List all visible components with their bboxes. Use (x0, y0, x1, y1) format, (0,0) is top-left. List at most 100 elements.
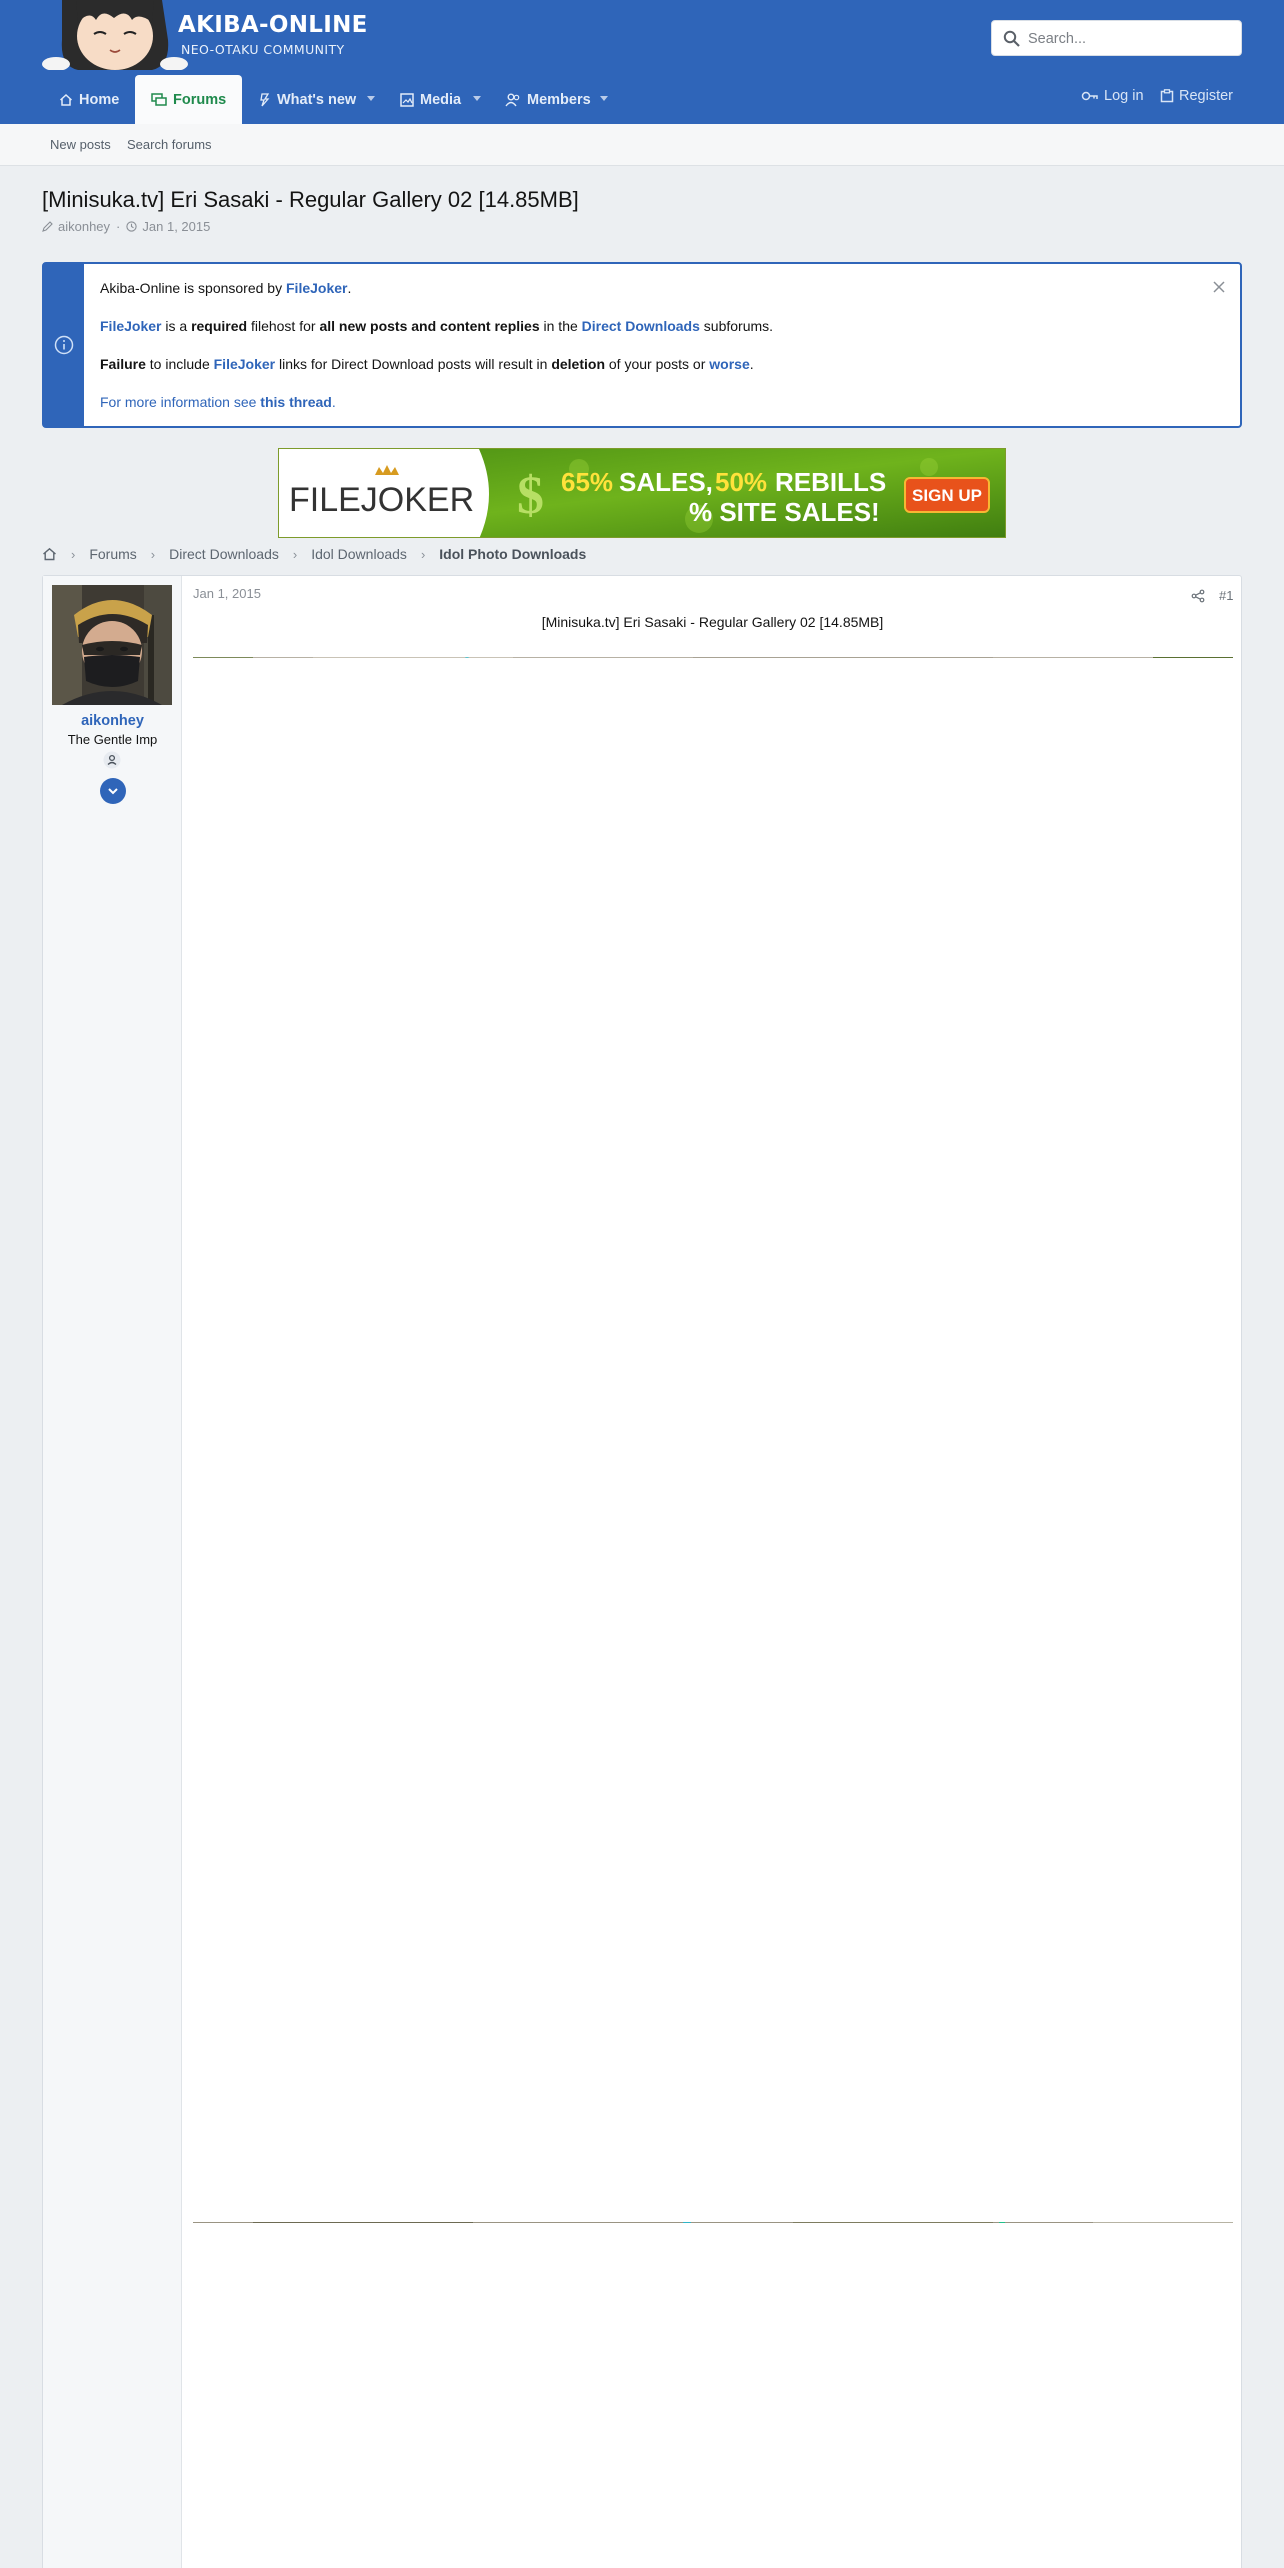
breadcrumb-idol-downloads[interactable]: Idol Downloads (311, 546, 407, 562)
notice-text: to include (145, 356, 214, 372)
banner-word-1: SALES, (619, 467, 713, 497)
banner-word-3: % SITE SALES! (689, 497, 880, 527)
post-date[interactable]: Jan 1, 2015 (193, 586, 261, 601)
notice-text: is a (161, 318, 192, 334)
post-content-title: [Minisuka.tv] Eri Sasaki - Regular Galle… (541, 614, 884, 630)
nav-home[interactable]: Home (59, 75, 119, 124)
breadcrumb-separator: › (150, 546, 156, 562)
forums-icon (151, 92, 167, 106)
notice-text: For more information see (100, 394, 261, 410)
notice-text: subforums. (699, 318, 774, 334)
worse-link[interactable]: worse (709, 356, 749, 372)
user-title: The Gentle Imp (67, 732, 158, 747)
breadcrumb-separator: › (420, 546, 426, 562)
user-extra-toggle[interactable] (100, 778, 126, 804)
info-icon (54, 335, 74, 355)
post-username[interactable]: aikonhey (43, 713, 182, 729)
login-link[interactable]: Log in (1081, 88, 1144, 104)
media-icon (400, 92, 414, 107)
post-user-sidebar: aikonhey The Gentle Imp (43, 576, 182, 2568)
banner-pct-1: 65% (561, 467, 613, 497)
post-message: aikonhey The Gentle Imp Jan 1, 2015 #1 [… (42, 575, 1242, 2568)
breadcrumb-forums[interactable]: Forums (89, 546, 136, 562)
post-image-top[interactable] (193, 651, 1233, 658)
site-header: AKIBA-ONLINE NEO-OTAKU COMMUNITY Home Fo… (0, 0, 1284, 124)
search-input[interactable] (1028, 28, 1228, 50)
filejoker-link[interactable]: FileJoker (100, 318, 161, 334)
notice-line-4: For more information see this thread. (100, 394, 336, 410)
nav-members[interactable]: Members (505, 75, 591, 124)
nav-forums-label: Forums (173, 91, 227, 108)
breadcrumb-idol-photo-downloads[interactable]: Idol Photo Downloads (439, 546, 586, 562)
register-label: Register (1179, 88, 1233, 104)
notice-bold: deletion (551, 356, 605, 372)
thread-author-link[interactable]: aikonhey (58, 219, 110, 234)
this-thread-link[interactable]: this thread (260, 394, 332, 410)
breadcrumb-separator: › (71, 546, 76, 562)
chevron-down-icon[interactable] (600, 96, 608, 102)
notice-bold: required (191, 318, 248, 334)
notice-bold: all new posts and content replies (319, 318, 540, 334)
avatar[interactable] (52, 585, 172, 705)
breadcrumb: › Forums › Direct Downloads › Idol Downl… (42, 544, 586, 564)
notice-text: . (347, 280, 352, 296)
search-box[interactable] (991, 20, 1242, 56)
share-icon[interactable] (1191, 589, 1205, 603)
notice-line-2: FileJoker is a required filehost for all… (100, 318, 773, 334)
search-forums-link[interactable]: Search forums (127, 137, 212, 152)
search-icon (1003, 30, 1020, 47)
banner-word-2: REBILLS (775, 467, 886, 497)
logo-title[interactable]: AKIBA-ONLINE (178, 12, 368, 38)
post-image-bottom[interactable] (193, 2216, 1233, 2223)
whats-new-icon (260, 92, 270, 106)
chevron-down-icon[interactable] (367, 96, 375, 102)
filejoker-link[interactable]: FileJoker (214, 356, 275, 372)
direct-downloads-link[interactable]: Direct Downloads (582, 318, 700, 334)
members-icon (505, 93, 520, 106)
chevron-down-icon (108, 788, 118, 795)
filejoker-ad-banner[interactable]: FILEJOKER $ 65% SALES, 50% REBILLS % SIT… (278, 448, 1006, 538)
notice-line-3: Failure to include FileJoker links for D… (100, 356, 754, 372)
thread-meta: aikonhey · Jan 1, 2015 (42, 219, 210, 234)
notice-text: . (331, 394, 336, 410)
user-badge-icon (103, 751, 121, 769)
register-icon (1160, 89, 1174, 103)
post-number-link[interactable]: #1 (1219, 588, 1233, 603)
nav-whats-new[interactable]: What's new (259, 75, 356, 124)
nav-media-label: Media (420, 91, 462, 108)
notice-text: . (749, 356, 754, 372)
pen-icon (42, 221, 53, 232)
notice-sidebar (44, 264, 84, 426)
filejoker-link[interactable]: FileJoker (286, 280, 347, 296)
notice-text: of your posts or (605, 356, 710, 372)
page-title: [Minisuka.tv] Eri Sasaki - Regular Galle… (42, 187, 579, 212)
chevron-down-icon[interactable] (473, 96, 481, 102)
notice-text: links for Direct Download posts will res… (275, 356, 552, 372)
register-link[interactable]: Register (1160, 88, 1233, 104)
nav-whats-new-label: What's new (277, 91, 357, 108)
sub-navigation: New posts Search forums (0, 124, 1284, 166)
banner-signup-button[interactable]: SIGN UP (912, 486, 982, 505)
login-key-icon (1081, 91, 1098, 101)
new-posts-link[interactable]: New posts (50, 137, 111, 152)
breadcrumb-separator: › (292, 546, 298, 562)
close-icon[interactable] (1212, 280, 1226, 294)
nav-media[interactable]: Media (400, 75, 461, 124)
clock-icon (126, 221, 138, 232)
nav-forums[interactable]: Forums (135, 75, 243, 124)
notice-text: filehost for (247, 318, 320, 334)
breadcrumb-direct-downloads[interactable]: Direct Downloads (169, 546, 279, 562)
logo-mascot[interactable] (42, 0, 188, 71)
login-label: Log in (1104, 88, 1144, 104)
notice-bold: Failure (100, 356, 146, 372)
home-icon (59, 93, 73, 106)
nav-members-label: Members (527, 91, 591, 108)
thread-date-link[interactable]: Jan 1, 2015 (142, 219, 210, 234)
notice-text: Akiba-Online is sponsored by (100, 280, 286, 296)
logo-subtitle: NEO-OTAKU COMMUNITY (181, 42, 345, 57)
meta-separator: · (116, 219, 121, 234)
notice-line-1: Akiba-Online is sponsored by FileJoker. (100, 280, 351, 296)
sponsor-notice: Akiba-Online is sponsored by FileJoker. … (42, 262, 1242, 428)
home-icon[interactable] (42, 547, 57, 561)
banner-pct-2: 50% (715, 467, 767, 497)
